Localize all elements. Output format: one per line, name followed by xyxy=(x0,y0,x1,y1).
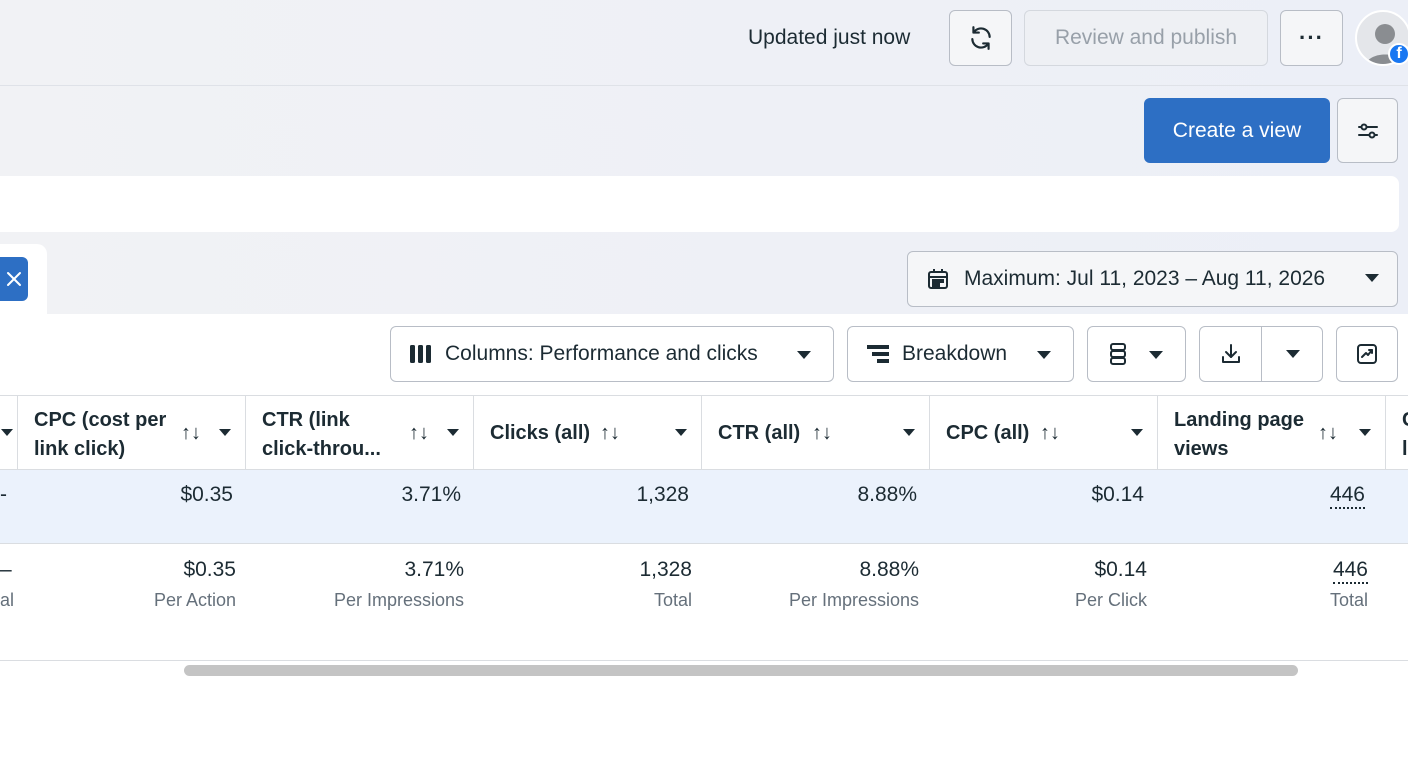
sort-icon[interactable]: ↑↓ xyxy=(1318,422,1338,445)
horizontal-scrollbar[interactable] xyxy=(184,665,1298,676)
table-summary-row: – al $0.35 Per Action 3.71% Per Impressi… xyxy=(0,544,1408,661)
top-bar: Updated just now Review and publish ··· … xyxy=(0,0,1408,86)
calendar-icon xyxy=(928,269,948,289)
view-settings-button[interactable] xyxy=(1337,98,1398,163)
column-header-partial-right[interactable]: C la xyxy=(1385,396,1408,470)
download-icon xyxy=(1221,344,1240,363)
more-options-button[interactable]: ··· xyxy=(1280,10,1343,66)
chevron-down-icon xyxy=(1365,274,1379,282)
facebook-badge-icon: f xyxy=(1388,43,1408,65)
column-header-partial[interactable] xyxy=(0,396,17,470)
export-button-group xyxy=(1199,326,1323,382)
table-row[interactable]: - $0.35 3.71% 1,328 8.88% $0.14 446 xyxy=(0,470,1408,544)
sort-icon[interactable]: ↑↓ xyxy=(1040,422,1060,445)
column-header-landing-page-views[interactable]: Landing page views ↑↓ xyxy=(1157,396,1385,470)
date-range-label: Maximum: Jul 11, 2023 – Aug 11, 2026 xyxy=(964,267,1326,290)
chevron-down-icon[interactable] xyxy=(447,429,459,436)
close-icon xyxy=(7,272,21,286)
updated-status: Updated just now xyxy=(748,26,911,49)
create-view-button[interactable]: Create a view xyxy=(1144,98,1330,163)
chevron-down-icon[interactable] xyxy=(1131,429,1143,436)
reports-dropdown[interactable] xyxy=(1087,326,1186,382)
refresh-icon xyxy=(970,26,991,50)
columns-icon xyxy=(410,345,431,363)
breakdown-label: Breakdown xyxy=(902,342,1008,365)
columns-label: Columns: Performance and clicks xyxy=(445,342,758,365)
sort-icon[interactable]: ↑↓ xyxy=(812,422,832,445)
landing-page-views-total-link[interactable]: 446 xyxy=(1332,558,1368,584)
close-tab-button[interactable] xyxy=(0,257,28,301)
chevron-down-icon xyxy=(797,351,811,359)
sliders-icon xyxy=(1357,123,1378,138)
review-and-publish-button[interactable]: Review and publish xyxy=(1024,10,1268,66)
refresh-button[interactable] xyxy=(949,10,1012,66)
chevron-down-icon xyxy=(1,429,13,436)
column-header-cpc-link[interactable]: CPC (cost per link click) ↑↓ xyxy=(17,396,245,470)
column-header-cpc-all[interactable]: CPC (all) ↑↓ xyxy=(929,396,1157,470)
chevron-down-icon[interactable] xyxy=(675,429,687,436)
date-range-picker[interactable]: Maximum: Jul 11, 2023 – Aug 11, 2026 xyxy=(907,251,1398,307)
reports-stack-icon xyxy=(1110,343,1126,365)
column-header-ctr-all[interactable]: CTR (all) ↑↓ xyxy=(701,396,929,470)
column-header-ctr-link[interactable]: CTR (link click-throu... ↑↓ xyxy=(245,396,473,470)
sort-icon[interactable]: ↑↓ xyxy=(600,422,620,445)
charts-button[interactable] xyxy=(1336,326,1398,382)
search-filter-bar[interactable] xyxy=(0,176,1399,232)
column-header-clicks-all[interactable]: Clicks (all) ↑↓ xyxy=(473,396,701,470)
metrics-table: CPC (cost per link click) ↑↓ CTR (link c… xyxy=(0,395,1408,661)
trend-chart-icon xyxy=(1357,344,1377,364)
export-button[interactable] xyxy=(1200,327,1261,381)
chevron-down-icon[interactable] xyxy=(1359,429,1371,436)
sort-icon[interactable]: ↑↓ xyxy=(181,422,201,445)
sort-icon[interactable]: ↑↓ xyxy=(409,422,429,445)
chevron-down-icon xyxy=(1149,351,1163,359)
table-header: CPC (cost per link click) ↑↓ CTR (link c… xyxy=(0,395,1408,470)
breakdown-dropdown[interactable]: Breakdown xyxy=(847,326,1074,382)
export-options-dropdown[interactable] xyxy=(1262,327,1323,381)
landing-page-views-link[interactable]: 446 xyxy=(1329,483,1365,509)
chevron-down-icon xyxy=(1037,351,1051,359)
chevron-down-icon[interactable] xyxy=(219,429,231,436)
breakdown-icon xyxy=(867,345,889,363)
chevron-down-icon xyxy=(1285,350,1300,358)
chevron-down-icon[interactable] xyxy=(903,429,915,436)
columns-dropdown[interactable]: Columns: Performance and clicks xyxy=(390,326,834,382)
